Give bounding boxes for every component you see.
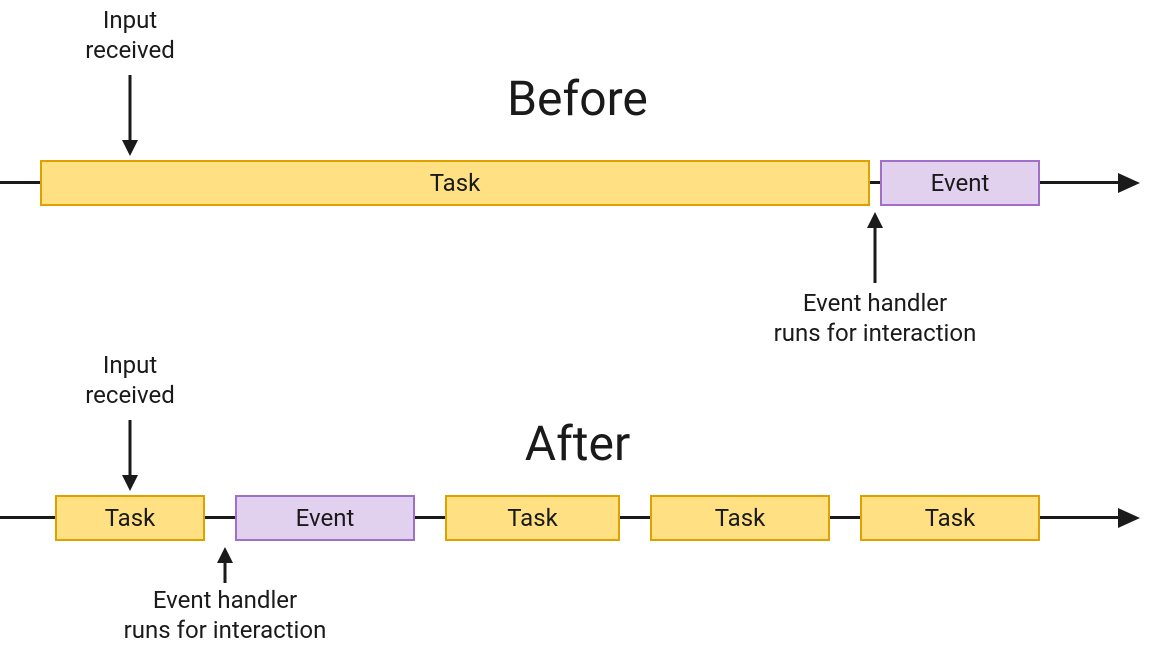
arrow-up-icon	[224, 563, 227, 583]
arrowhead-up-icon	[217, 547, 233, 563]
timeline-arrowhead-icon	[1118, 173, 1140, 193]
annotation-event-handler-before: Event handler runs for interaction	[774, 288, 977, 348]
arrowhead-down-icon	[122, 140, 138, 156]
timeline-arrowhead-icon	[1118, 508, 1140, 528]
annotation-event-handler-after: Event handler runs for interaction	[124, 585, 327, 645]
task-block: Task	[445, 495, 620, 541]
arrowhead-down-icon	[122, 475, 138, 491]
event-block: Event	[235, 495, 415, 541]
heading-before: Before	[0, 70, 1155, 127]
task-block: Task	[55, 495, 205, 541]
diagram-stage: { "headings": { "before": "Before", "aft…	[0, 0, 1155, 647]
arrow-up-icon	[874, 228, 877, 283]
arrowhead-up-icon	[867, 212, 883, 228]
event-block: Event	[880, 160, 1040, 206]
task-block: Task	[650, 495, 830, 541]
heading-after: After	[0, 415, 1155, 472]
task-block: Task	[860, 495, 1040, 541]
annotation-input-received-after: Input received	[85, 350, 175, 410]
task-block: Task	[40, 160, 870, 206]
arrow-down-icon	[129, 75, 132, 140]
arrow-down-icon	[129, 420, 132, 475]
annotation-input-received-before: Input received	[85, 5, 175, 65]
